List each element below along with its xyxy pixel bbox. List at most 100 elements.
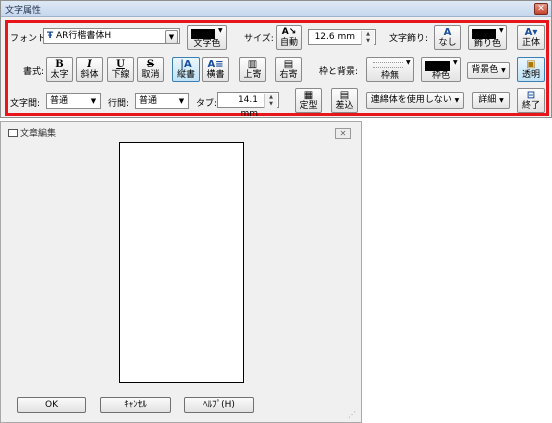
decoration-none-button[interactable]: A なし <box>434 25 461 50</box>
font-value: AR行楷書体H <box>56 31 112 41</box>
font-select[interactable]: Ŧ AR行楷書体H ▼ <box>43 28 180 44</box>
decoration-label: 文字飾り: <box>389 34 429 44</box>
char-spacing-select[interactable]: 普通 ▼ <box>46 93 101 109</box>
underline-button[interactable]: U 下線 <box>107 57 134 82</box>
chevron-down-icon: ▼ <box>90 97 97 105</box>
text-color-caption: 文字色 <box>193 39 221 49</box>
upright-button[interactable]: A▾ 正体 <box>517 25 545 50</box>
window-title: 文字属性 <box>5 6 42 16</box>
detail-label: 詳細 <box>478 95 497 105</box>
window-icon <box>8 129 18 137</box>
upright-caption: 正体 <box>521 38 540 48</box>
transparent-button[interactable]: ▣ 透明 <box>517 57 545 82</box>
horizontal-writing-button[interactable]: A≡ 横書 <box>202 57 229 82</box>
underline-caption: 下線 <box>111 70 130 80</box>
dropdown-arrow-icon: ▼ <box>453 59 458 66</box>
bold-icon: B <box>55 59 64 70</box>
chevron-down-icon: ▼ <box>165 30 178 44</box>
text-decoration-icon: A <box>443 27 452 38</box>
color-swatch <box>472 29 496 39</box>
text-attributes-window: 文字属性 ✕ フォント: Ŧ AR行楷書体H ▼ ▼ 文字色 サイズ: A↘ 自… <box>0 0 552 119</box>
decoration-none-caption: なし <box>438 38 457 48</box>
help-button[interactable]: ﾍﾙﾌﾟ(H) <box>184 397 254 413</box>
line-spacing-label: 行間: <box>108 99 130 109</box>
exit-door-icon: ⊟ <box>526 90 536 101</box>
frame-background-label: 枠と背景: <box>319 67 359 77</box>
resize-icon: A↘ <box>281 27 297 37</box>
size-auto-caption: 自動 <box>279 38 298 48</box>
style-label: 書式: <box>23 67 45 77</box>
italic-icon: I <box>87 59 92 70</box>
color-swatch <box>425 61 450 71</box>
char-spacing-label: 文字間: <box>10 99 41 109</box>
transparent-caption: 透明 <box>521 70 540 80</box>
detail-dropdown[interactable]: 詳細 ▼ <box>472 92 510 109</box>
horizontal-writing-caption: 横書 <box>206 70 225 80</box>
italic-button[interactable]: I 斜体 <box>76 57 103 82</box>
title-bar: 文章編集 ✕ <box>2 123 360 141</box>
insert-button[interactable]: ▤ 差込 <box>331 88 358 113</box>
dropdown-arrow-icon: ▼ <box>454 97 460 104</box>
decoration-color-caption: 飾り色 <box>473 39 501 49</box>
text-edit-area[interactable] <box>119 142 244 383</box>
cancel-button[interactable]: ｷｬﾝｾﾙ <box>100 397 171 413</box>
truetype-icon: Ŧ <box>47 31 54 41</box>
strikethrough-icon: S <box>146 59 155 70</box>
fixed-format-button[interactable]: ▦ 定型 <box>295 88 322 113</box>
insert-icon: ▤ <box>339 90 350 101</box>
vertical-writing-button[interactable]: |A 縦書 <box>172 57 200 82</box>
frame-none-button[interactable]: ▼ 枠無 <box>366 57 414 82</box>
underline-icon: U <box>116 59 125 70</box>
strikethrough-caption: 取消 <box>141 70 160 80</box>
frame-none-caption: 枠無 <box>380 71 399 81</box>
size-value: 12.6 mm <box>314 32 355 42</box>
spin-arrows-icon[interactable]: ▲ ▼ <box>264 94 277 108</box>
background-color-label: 背景色 <box>471 65 499 75</box>
exit-button[interactable]: ⊟ 終了 <box>517 88 545 113</box>
strikethrough-button[interactable]: S 取消 <box>137 57 164 82</box>
title-bar: 文字属性 ✕ <box>1 1 551 17</box>
text-edit-window: 文章編集 ✕ OK ｷｬﾝｾﾙ ﾍﾙﾌﾟ(H) ⋰ <box>0 121 362 423</box>
bold-caption: 太字 <box>50 70 69 80</box>
dropdown-arrow-icon: ▼ <box>499 97 504 104</box>
dropdown-arrow-icon: ▼ <box>499 27 504 34</box>
connected-script-dropdown[interactable]: 連綿体を使用しない ▼ <box>366 92 464 109</box>
resize-grip-icon[interactable]: ⋰ <box>348 409 360 421</box>
vertical-text-icon: |A <box>180 59 192 70</box>
decoration-color-button[interactable]: ▼ 飾り色 <box>468 25 507 50</box>
insert-caption: 差込 <box>335 101 354 111</box>
spin-arrows-icon[interactable]: ▲ ▼ <box>361 31 374 45</box>
dropdown-arrow-icon: ▼ <box>218 27 223 34</box>
align-right-button[interactable]: ▤ 右寄 <box>275 57 302 82</box>
size-spinner[interactable]: 12.6 mm ▲ ▼ <box>308 29 376 45</box>
tab-spinner[interactable]: 14.1 mm ▲ ▼ <box>217 92 279 119</box>
close-button[interactable]: ✕ <box>534 3 548 15</box>
size-auto-button[interactable]: A↘ 自動 <box>276 25 302 50</box>
tab-value: 14.1 mm <box>237 95 258 119</box>
bold-button[interactable]: B 太字 <box>46 57 73 82</box>
connected-script-label: 連綿体を使用しない <box>370 95 452 105</box>
align-top-button[interactable]: ▥ 上寄 <box>239 57 266 82</box>
chevron-down-icon: ▼ <box>178 97 185 105</box>
align-top-caption: 上寄 <box>243 70 262 80</box>
background-color-dropdown[interactable]: 背景色 ▼ <box>467 62 510 79</box>
window-title: 文章編集 <box>20 129 57 139</box>
upright-text-icon: A▾ <box>524 27 538 38</box>
template-icon: ▦ <box>303 90 314 101</box>
vertical-writing-caption: 縦書 <box>176 70 195 80</box>
frame-pattern-icon <box>373 62 403 68</box>
ok-button[interactable]: OK <box>17 397 86 413</box>
frame-color-button[interactable]: ▼ 枠色 <box>421 57 461 82</box>
line-spacing-select[interactable]: 普通 ▼ <box>135 93 189 109</box>
italic-caption: 斜体 <box>80 70 99 80</box>
text-color-button[interactable]: ▼ 文字色 <box>187 25 227 50</box>
dropdown-arrow-icon: ▼ <box>501 67 506 74</box>
frame-color-caption: 枠色 <box>431 71 450 81</box>
color-swatch <box>191 29 215 39</box>
line-spacing-value: 普通 <box>139 96 158 106</box>
close-button[interactable]: ✕ <box>335 128 351 139</box>
size-label: サイズ: <box>244 34 274 44</box>
dropdown-arrow-icon: ▼ <box>406 59 411 66</box>
tab-label: タブ: <box>196 99 218 109</box>
align-top-icon: ▥ <box>247 59 258 70</box>
